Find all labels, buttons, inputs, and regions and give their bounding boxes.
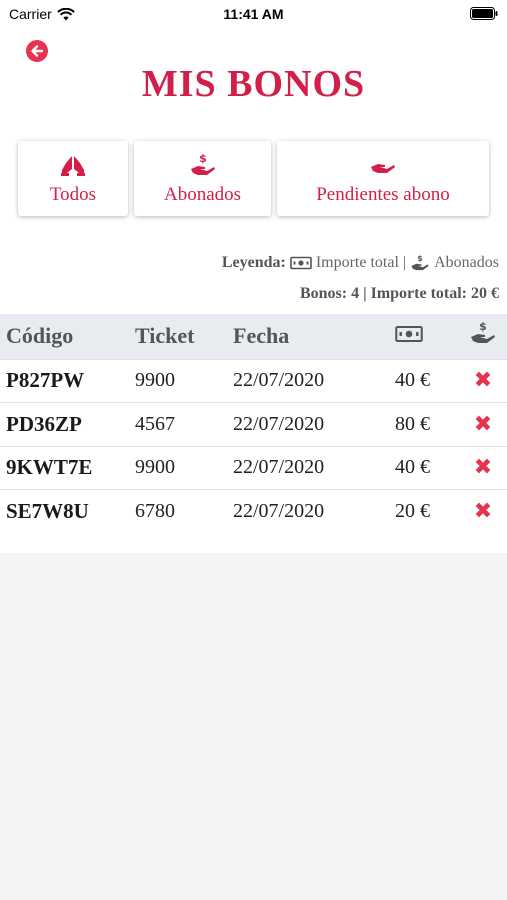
- banknote-icon: [290, 256, 312, 270]
- table-header-row: Código Ticket Fecha $: [0, 314, 507, 359]
- cell-ticket: 9900: [135, 369, 175, 392]
- cell-code: 9KWT7E: [6, 455, 93, 480]
- hand-dollar-icon: $: [471, 320, 495, 344]
- cell-ticket: 9900: [135, 456, 175, 479]
- hand-dollar-icon: $: [411, 254, 429, 271]
- filter-abonados-button[interactable]: $ Abonados: [134, 141, 271, 216]
- table-row[interactable]: P827PW 9900 22/07/2020 40 € ✖: [0, 359, 507, 403]
- cell-amount: 40 €: [395, 369, 430, 392]
- cell-date: 22/07/2020: [233, 412, 325, 435]
- back-button[interactable]: [26, 40, 48, 62]
- svg-text:$: $: [417, 254, 422, 263]
- cell-ticket: 6780: [135, 500, 175, 522]
- hands-icon: [61, 155, 85, 176]
- banknote-icon: [395, 326, 423, 343]
- column-header-amount: [395, 314, 459, 359]
- column-header-code: Código: [6, 323, 74, 349]
- cell-date: 22/07/2020: [233, 500, 325, 522]
- svg-text:$: $: [479, 320, 487, 333]
- cell-amount: 20 €: [395, 500, 430, 522]
- filter-todos-button[interactable]: Todos: [18, 141, 128, 216]
- filter-pendientes-label: Pendientes abono: [316, 183, 450, 205]
- legend-total-label: Importe total: [315, 254, 399, 271]
- close-icon[interactable]: ✖: [474, 499, 492, 524]
- cell-code: PD36ZP: [6, 411, 82, 436]
- legend-paid-label: Abonados: [434, 254, 499, 271]
- cell-amount: 80 €: [395, 412, 430, 435]
- table-row[interactable]: SE7W8U 6780 22/07/2020 20 € ✖: [0, 489, 507, 534]
- cell-code: SE7W8U: [6, 499, 89, 523]
- table-row[interactable]: 9KWT7E 9900 22/07/2020 40 € ✖: [0, 446, 507, 490]
- svg-text:$: $: [199, 152, 207, 165]
- close-icon[interactable]: ✖: [474, 368, 492, 393]
- vouchers-table: Código Ticket Fecha $ P827PW 9900 22/07/…: [0, 314, 507, 533]
- hand-icon: [371, 163, 395, 173]
- main-panel: MIS BONOS Todos $ Abonados Pendientes ab…: [0, 28, 507, 553]
- legend-prefix: Leyenda:: [221, 254, 286, 271]
- column-header-paid: $: [459, 314, 507, 359]
- cell-ticket: 4567: [135, 412, 175, 435]
- filter-bar: Todos $ Abonados Pendientes abono: [18, 141, 489, 216]
- cell-amount: 40 €: [395, 456, 430, 479]
- cell-date: 22/07/2020: [233, 456, 325, 479]
- hand-dollar-icon: $: [190, 152, 215, 175]
- close-icon[interactable]: ✖: [474, 412, 492, 437]
- filter-abonados-label: Abonados: [163, 183, 242, 205]
- status-bar: Carrier 11:41 AM: [0, 0, 507, 28]
- page-title: MIS BONOS: [141, 63, 366, 105]
- filter-pendientes-button[interactable]: Pendientes abono: [277, 141, 489, 216]
- status-time: 11:41 AM: [223, 6, 284, 22]
- battery-icon: [470, 7, 498, 20]
- column-header-date: Fecha: [233, 323, 290, 349]
- arrow-left-icon: [31, 45, 44, 57]
- legend: Leyenda: Importe total | $ Abonados: [222, 253, 499, 273]
- cell-code: P827PW: [6, 368, 85, 393]
- cell-date: 22/07/2020: [233, 369, 325, 392]
- close-icon[interactable]: ✖: [474, 455, 492, 480]
- filter-todos-label: Todos: [49, 183, 97, 205]
- table-row[interactable]: PD36ZP 4567 22/07/2020 80 € ✖: [0, 402, 507, 447]
- summary-totals: Bonos: 4 | Importe total: 20 €: [299, 285, 499, 302]
- column-header-ticket: Ticket: [135, 323, 195, 349]
- legend-separator: |: [402, 254, 407, 271]
